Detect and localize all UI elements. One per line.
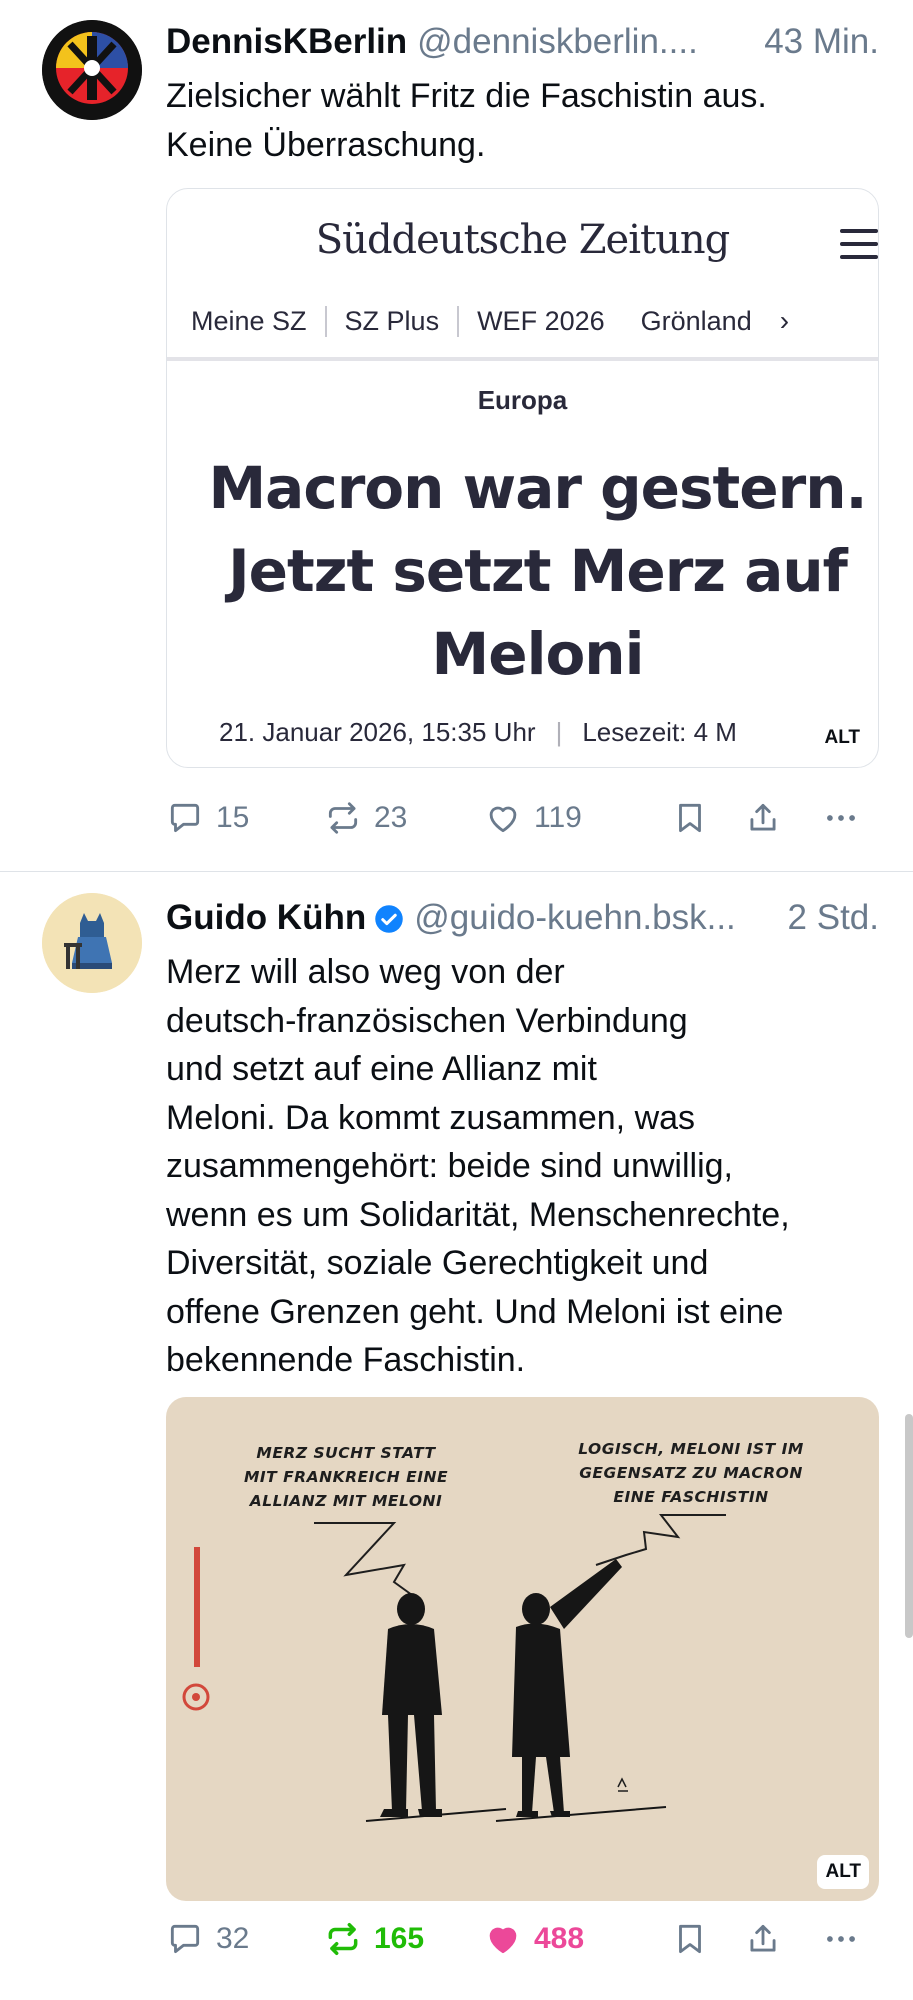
reply-count: 32 (216, 1922, 250, 1955)
like-count: 119 (534, 801, 582, 834)
reply-button[interactable]: 15 (166, 796, 249, 840)
author-name[interactable]: Guido Kühn (166, 898, 366, 938)
share-button[interactable] (744, 1917, 782, 1961)
like-icon (489, 1927, 517, 1954)
share-button[interactable] (744, 796, 782, 840)
more-button[interactable] (822, 796, 860, 840)
share-icon (750, 1924, 776, 1952)
avatar[interactable] (42, 893, 142, 993)
cartoon-drawing (182, 1514, 726, 1822)
post-text: Zielsicher wählt Fritz die Faschistin au… (166, 77, 767, 164)
sz-section: Europa (477, 385, 568, 415)
post-dennisk[interactable]: DennisKBerlin @denniskberlin.... 43 Min.… (0, 0, 913, 872)
share-icon (750, 803, 776, 831)
bookmark-icon (679, 803, 701, 833)
reply-count: 15 (216, 801, 250, 834)
alt-badge[interactable]: ALT (817, 1855, 869, 1889)
bookmark-icon (679, 1924, 701, 1954)
like-button[interactable]: 119 (484, 796, 582, 840)
author-name[interactable]: DennisKBerlin (166, 22, 407, 62)
sz-nav: Meine SZ SZ Plus WEF 2026 Grönland › (191, 299, 878, 343)
sz-date: 21. Januar 2026, 15:35 Uhr (219, 717, 536, 747)
sz-nav-item: Meine SZ (191, 305, 307, 336)
repost-button[interactable]: 165 (324, 1917, 424, 1961)
verified-icon (374, 903, 404, 933)
sz-logo: Süddeutsche Zeitung (315, 217, 730, 263)
repost-count: 23 (374, 801, 408, 834)
like-count: 488 (534, 1922, 585, 1955)
chevron-right-icon: › (779, 305, 790, 336)
divider (167, 357, 878, 361)
post-guido-kuehn[interactable]: Guido Kühn @guido-kuehn.bsk... 2 Std. Me… (0, 873, 913, 2000)
divider: | (555, 717, 563, 747)
repost-button[interactable]: 23 (324, 796, 407, 840)
like-button[interactable]: 488 (484, 1917, 584, 1961)
like-icon (489, 806, 517, 833)
bookmark-button[interactable] (671, 796, 709, 840)
author-handle[interactable]: @denniskberlin.... (417, 22, 750, 62)
more-icon (827, 1936, 855, 1942)
sz-nav-item: Grönland (640, 305, 752, 336)
avatar-logo-icon (42, 20, 142, 120)
sz-reading-time: Lesezeit: 4 M (582, 717, 737, 747)
avatar-superhero-icon (42, 893, 142, 993)
post-actions: 15 23 119 (166, 796, 885, 840)
menu-icon (840, 229, 878, 259)
sz-nav-item: SZ Plus (324, 305, 458, 337)
bookmark-button[interactable] (671, 1917, 709, 1961)
reply-icon (170, 1924, 200, 1954)
reply-button[interactable]: 32 (166, 1917, 249, 1961)
embedded-image-cartoon[interactable]: MERZ SUCHT STATT MIT FRANKREICH EINE ALL… (166, 1397, 879, 1901)
more-icon (827, 815, 855, 821)
reply-icon (170, 803, 200, 833)
repost-icon (328, 1923, 358, 1955)
alt-badge[interactable]: ALT (816, 721, 868, 755)
post-header: DennisKBerlin @denniskberlin.... 43 Min. (166, 20, 879, 64)
post-actions: 32 165 488 (166, 1917, 885, 1961)
avatar[interactable] (42, 20, 142, 120)
more-button[interactable] (822, 1917, 860, 1961)
sz-meta: 21. Januar 2026, 15:35 Uhr | Lesezeit: 4… (219, 717, 878, 748)
sz-nav-item: WEF 2026 (457, 305, 623, 337)
post-time[interactable]: 2 Std. (788, 898, 879, 938)
scrollbar[interactable] (905, 1414, 913, 1638)
repost-icon (328, 802, 358, 834)
author-handle[interactable]: @guido-kuehn.bsk... (414, 898, 773, 938)
post-time[interactable]: 43 Min. (764, 22, 879, 62)
sz-headline: Macron war gestern. Jetzt setzt Merz auf… (208, 454, 867, 688)
repost-count: 165 (374, 1922, 425, 1955)
post-text: Merz will also weg von der deutsch-franz… (166, 953, 790, 1379)
post-header: Guido Kühn @guido-kuehn.bsk... 2 Std. (166, 896, 879, 940)
embedded-image-sz-article[interactable]: Süddeutsche Zeitung Meine SZ SZ Plus WEF… (166, 188, 879, 768)
